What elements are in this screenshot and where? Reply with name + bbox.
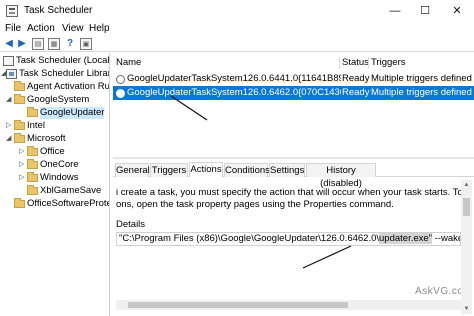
- properties-icon[interactable]: ▦: [48, 38, 60, 50]
- folder-icon: [14, 198, 25, 208]
- expand-arrow-icon[interactable]: ▷: [19, 159, 24, 171]
- tab-triggers[interactable]: Triggers: [150, 163, 188, 177]
- computer-clock-icon: [3, 56, 14, 66]
- annotation-arrow: [170, 95, 208, 121]
- tab-settings[interactable]: Settings: [269, 163, 305, 177]
- navigation-tree: Task Scheduler (Local) ◢ Task Scheduler …: [0, 53, 110, 316]
- tab-general[interactable]: General: [115, 163, 150, 177]
- tab-actions[interactable]: Actions: [189, 162, 223, 177]
- scroll-down-arrow-icon[interactable]: ▼: [461, 304, 472, 314]
- properties-tabs: General Triggers Actions Conditions Sett…: [113, 162, 474, 189]
- menu-bar: File Action View Help: [0, 22, 474, 36]
- scroll-up-arrow-icon[interactable]: ▲: [461, 180, 472, 190]
- folder-icon: [27, 185, 38, 195]
- horizontal-scroll-thumb[interactable]: [128, 302, 348, 308]
- folder-icon: [14, 81, 25, 91]
- show-hide-tree-icon[interactable]: ▤: [32, 38, 44, 50]
- horizontal-scrollbar[interactable]: [116, 300, 461, 310]
- collapse-arrow-icon[interactable]: ◢: [6, 133, 11, 145]
- toolbar: ◀ ▶ ▤ ▦ ? ▣: [0, 36, 474, 52]
- menu-file[interactable]: File: [5, 23, 21, 34]
- tab-conditions[interactable]: Conditions: [224, 163, 270, 177]
- forward-arrow-icon[interactable]: ▶: [16, 38, 28, 50]
- title-bar: Task Scheduler — ☐ ✕: [0, 0, 474, 22]
- close-button[interactable]: ✕: [440, 0, 474, 22]
- folder-icon: [27, 146, 38, 156]
- menu-action[interactable]: Action: [27, 23, 55, 34]
- help-icon[interactable]: ?: [64, 38, 76, 50]
- window-title: Task Scheduler: [24, 5, 93, 16]
- expand-arrow-icon[interactable]: ▷: [6, 120, 11, 132]
- expand-arrow-icon[interactable]: ▷: [19, 146, 24, 158]
- menu-help[interactable]: Help: [89, 23, 110, 34]
- vertical-scrollbar[interactable]: ▲ ▼: [461, 180, 472, 314]
- actions-detail-pane: i create a task, you must specify the ac…: [113, 178, 474, 316]
- console-pane-icon[interactable]: ▣: [80, 38, 92, 50]
- collapse-arrow-icon[interactable]: ◢: [6, 94, 11, 106]
- task-scheduler-window: Task Scheduler — ☐ ✕ File Action View He…: [0, 0, 474, 316]
- folder-icon: [14, 120, 25, 130]
- folder-open-icon: [14, 133, 25, 143]
- maximize-button[interactable]: ☐: [410, 0, 440, 22]
- folder-icon: [27, 172, 38, 182]
- back-arrow-icon[interactable]: ◀: [3, 38, 15, 50]
- menu-view[interactable]: View: [62, 23, 84, 34]
- folder-open-icon: [14, 94, 25, 104]
- library-icon: [6, 69, 17, 79]
- task-list: Name Status Triggers GoogleUpdaterTaskSy…: [113, 56, 474, 156]
- task-scheduler-app-icon: [6, 5, 18, 17]
- pane-splitter[interactable]: [113, 157, 474, 159]
- vertical-scroll-thumb[interactable]: [463, 198, 470, 216]
- folder-icon: [27, 107, 38, 117]
- tab-history[interactable]: History (disabled): [306, 163, 376, 189]
- expand-arrow-icon[interactable]: ▷: [19, 172, 24, 184]
- folder-icon: [27, 159, 38, 169]
- minimize-button[interactable]: —: [380, 0, 410, 22]
